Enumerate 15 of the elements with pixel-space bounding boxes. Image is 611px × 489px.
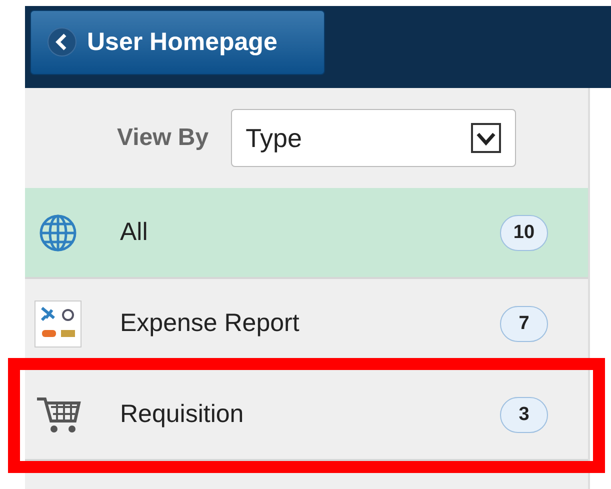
chevron-left-icon <box>47 27 77 57</box>
count-badge: 3 <box>500 396 548 432</box>
dropdown-icon <box>470 123 501 153</box>
cart-icon <box>35 394 81 434</box>
view-by-label: View By <box>117 124 209 152</box>
category-item[interactable]: All 10 <box>25 188 588 279</box>
travel-expense-icon <box>34 300 82 348</box>
count-badge: 10 <box>500 214 548 250</box>
category-label: Expense Report <box>120 309 300 338</box>
type-select[interactable]: Type <box>230 109 516 167</box>
category-label: Requisition <box>120 400 245 429</box>
back-button[interactable]: User Homepage <box>30 10 325 74</box>
globe-icon <box>38 212 78 252</box>
category-label: All <box>120 218 149 247</box>
count-badge: 7 <box>500 306 548 342</box>
